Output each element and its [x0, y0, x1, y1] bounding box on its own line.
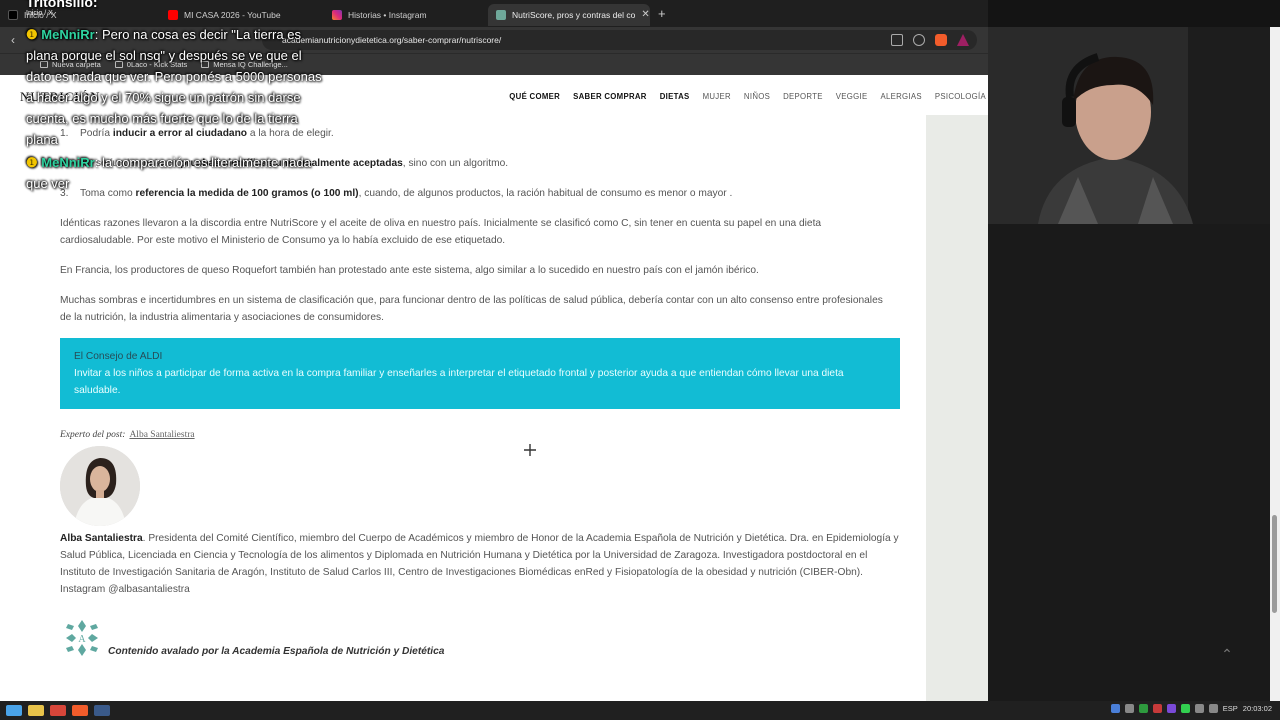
- tray-icon[interactable]: [1152, 704, 1162, 713]
- advice-title: El Consejo de ALDI: [74, 351, 163, 362]
- clock[interactable]: 20:03:02: [1243, 704, 1272, 713]
- expert-line: Experto del post: Alba Santaliestra: [60, 427, 195, 444]
- window-frame: [988, 0, 1280, 27]
- nav-item[interactable]: NIÑOS: [744, 92, 770, 101]
- nav-item[interactable]: QUÉ COMER: [509, 92, 560, 101]
- academy-endorsement: A Contenido avalado por la Academia Espa…: [60, 616, 444, 660]
- tray-icon[interactable]: [1166, 704, 1176, 713]
- wifi-icon[interactable]: [1194, 704, 1204, 713]
- chat-overlay: ❶ MeNniRr: Pero na cosa es decir "La tie…: [26, 24, 326, 196]
- warning-icon: ❶: [26, 27, 42, 42]
- address-bar[interactable]: academianutricionydietetica.org/saber-co…: [262, 30, 977, 50]
- nav-item[interactable]: PSICOLOGÍA: [935, 92, 986, 101]
- screen: Inicio / X MI CASA 2026 - YouTube Histor…: [0, 0, 1280, 720]
- overlay-username: Tritonsillo:: [26, 0, 98, 10]
- bio-name: Alba Santaliestra: [60, 533, 143, 544]
- paragraph: Idénticas razones llevaron a la discordi…: [60, 218, 822, 246]
- brave-browser-icon[interactable]: [72, 705, 88, 716]
- svg-text:A: A: [78, 634, 86, 645]
- tab-nutriscore[interactable]: NutriScore, pros y contras del co ✕: [488, 3, 650, 26]
- tab-label: Historias • Instagram: [348, 9, 427, 20]
- reader-icon[interactable]: [891, 34, 903, 46]
- tray-icon[interactable]: [1138, 704, 1148, 713]
- app-icon[interactable]: [50, 705, 66, 716]
- academy-text: Contenido avalado por la Academia Españo…: [108, 646, 445, 657]
- nav-item[interactable]: ALERGIAS: [880, 92, 921, 101]
- steam-icon[interactable]: [94, 705, 110, 716]
- nav-item[interactable]: MUJER: [703, 92, 731, 101]
- site-favicon-icon: [496, 9, 506, 20]
- chat-user: MeNniRr: [41, 27, 95, 42]
- url-text: academianutricionydietetica.org/saber-co…: [282, 35, 502, 45]
- instagram-icon: [332, 9, 342, 20]
- paragraph: Muchas sombras e incertidumbres en un si…: [60, 295, 883, 323]
- tab-instagram[interactable]: Historias • Instagram: [324, 4, 488, 26]
- chat-message: ❶ MeNniRr: Pero na cosa es decir "La tie…: [26, 24, 326, 150]
- main-nav: QUÉ COMER SABER COMPRAR DIETAS MUJER NIÑ…: [509, 92, 986, 101]
- tab-youtube[interactable]: MI CASA 2026 - YouTube: [160, 4, 324, 26]
- list-text: , sino con un algoritmo.: [402, 158, 509, 169]
- tray-icon[interactable]: [1180, 704, 1190, 713]
- new-tab-button[interactable]: +: [650, 6, 674, 21]
- expert-link[interactable]: Alba Santaliestra: [129, 430, 194, 440]
- chat-text: : Pero na cosa es decir "La tierra es pl…: [26, 27, 322, 147]
- youtube-icon: [168, 9, 178, 20]
- rewards-icon[interactable]: [957, 34, 969, 46]
- nav-item[interactable]: DEPORTE: [783, 92, 823, 101]
- mouse-cursor-icon: [524, 444, 536, 456]
- chat-user: MeNniRr: [41, 155, 95, 170]
- tab-label: NutriScore, pros y contras del co: [512, 9, 636, 20]
- tab-label: MI CASA 2026 - YouTube: [184, 9, 281, 20]
- academy-logo-icon: A: [66, 620, 98, 656]
- webcam-feed: [988, 27, 1270, 224]
- expert-photo: [60, 446, 140, 526]
- brave-shield-icon[interactable]: [935, 34, 947, 46]
- language-indicator[interactable]: ESP: [1223, 704, 1238, 713]
- warning-icon: ❶: [26, 155, 42, 170]
- system-tray: ESP 20:03:02: [1110, 704, 1272, 713]
- sidebar-ad-area: [926, 115, 988, 701]
- start-icon[interactable]: [6, 705, 22, 716]
- expert-label: Experto del post:: [60, 430, 126, 440]
- share-icon[interactable]: [913, 34, 925, 46]
- back-button[interactable]: ‹: [0, 33, 26, 47]
- nav-item[interactable]: DIETAS: [660, 92, 690, 101]
- advice-text: Invitar a los niños a participar de form…: [74, 368, 844, 396]
- nav-item[interactable]: SABER COMPRAR: [573, 92, 647, 101]
- file-explorer-icon[interactable]: [28, 705, 44, 716]
- windows-taskbar: ESP 20:03:02: [0, 701, 1280, 720]
- volume-icon[interactable]: [1208, 704, 1218, 713]
- page-scrollbar-thumb[interactable]: [1272, 515, 1277, 613]
- webcam-person: [988, 27, 1270, 224]
- nav-item[interactable]: VEGGIE: [836, 92, 868, 101]
- paragraph: En Francia, los productores de queso Roq…: [60, 265, 759, 276]
- tray-icon[interactable]: [1124, 704, 1134, 713]
- scroll-to-top-button[interactable]: ⌃: [1212, 646, 1242, 672]
- browser-tab-bar: Inicio / X MI CASA 2026 - YouTube Histor…: [0, 0, 988, 27]
- close-tab-icon[interactable]: ✕: [641, 9, 649, 20]
- expert-bio: Alba Santaliestra. Presidenta del Comité…: [60, 530, 900, 598]
- chat-message: ❶ MeNniRr: la comparación es literalment…: [26, 152, 326, 194]
- x-icon: [8, 9, 18, 20]
- advice-box: El Consejo de ALDI Invitar a los niños a…: [60, 338, 900, 409]
- list-text: , cuando, de algunos productos, la ració…: [358, 188, 733, 199]
- bio-text: . Presidenta del Comité Científico, miem…: [60, 533, 899, 595]
- expert-portrait: [60, 446, 140, 526]
- tray-icon[interactable]: [1110, 704, 1120, 713]
- overlay-subtext: Inicio / X: [26, 10, 53, 17]
